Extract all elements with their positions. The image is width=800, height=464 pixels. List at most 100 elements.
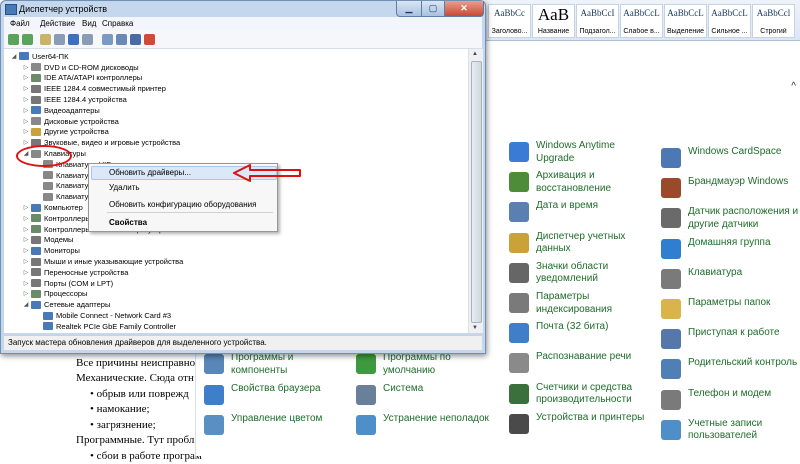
close-button[interactable]: ✕	[444, 1, 484, 17]
tree-node[interactable]: ▷Дисковые устройства	[22, 116, 119, 127]
style-tile[interactable]: AaBbCclСтрогий	[752, 4, 795, 38]
collapsed-arrow-icon[interactable]: ▷	[22, 280, 30, 287]
collapsed-arrow-icon[interactable]: ▷	[22, 107, 30, 114]
control-panel-item[interactable]: Счетчики и средства производительности	[509, 382, 651, 414]
menu-file[interactable]: Файл	[10, 19, 30, 28]
style-sample: AaB	[533, 5, 574, 25]
collapsed-arrow-icon[interactable]: ▷	[22, 204, 30, 211]
back-icon[interactable]	[8, 34, 19, 45]
tree-node[interactable]: ▷Модемы	[22, 235, 73, 246]
device-icon	[31, 96, 41, 104]
control-panel-item[interactable]: Windows CardSpace	[661, 146, 800, 178]
tree-node[interactable]: ▷Процессоры	[22, 289, 87, 300]
tree-node[interactable]: Mobile Connect - Network Card #3	[34, 310, 171, 321]
control-panel-item[interactable]: Дата и время	[509, 200, 651, 232]
tree-node[interactable]: ▷Видеоадаптеры	[22, 105, 100, 116]
style-tile[interactable]: AaBbCcIПодзагол...	[576, 4, 619, 38]
uninstall-device-icon[interactable]	[144, 34, 155, 45]
control-panel-item[interactable]: Программы по умолчанию	[356, 352, 498, 384]
tree-node[interactable]: ▷Контроллеры	[22, 213, 91, 224]
properties-icon[interactable]	[82, 34, 93, 45]
control-panel-item[interactable]: Приступая к работе	[661, 327, 800, 359]
menu-action[interactable]: Действие	[40, 19, 75, 28]
control-panel-item[interactable]: Параметры индексирования	[509, 291, 651, 323]
help-icon[interactable]	[68, 34, 79, 45]
collapsed-arrow-icon[interactable]: ▷	[22, 258, 30, 265]
control-panel-item[interactable]: Управление цветом	[204, 413, 346, 445]
tree-node[interactable]: ▷Компьютер	[22, 202, 83, 213]
control-panel-item[interactable]: Устройства и принтеры	[509, 412, 651, 444]
style-tile[interactable]: AaBbCcLСлабое в...	[620, 4, 663, 38]
style-tile[interactable]: AaBbCcLСильное ...	[708, 4, 751, 38]
tree-node[interactable]: ▷IEEE 1284.4 устройства	[22, 94, 127, 105]
style-tile[interactable]: AaBbCcЗаголово...	[488, 4, 531, 38]
control-panel-item[interactable]: Значки области уведомлений	[509, 261, 651, 293]
chevron-up-icon[interactable]: ^	[791, 81, 796, 92]
forward-icon[interactable]	[22, 34, 33, 45]
update-driver-icon[interactable]	[116, 34, 127, 45]
scroll-up-icon[interactable]: ▲	[472, 51, 478, 57]
control-panel-item[interactable]: Windows Anytime Upgrade	[509, 140, 651, 172]
tree-node[interactable]: ▷Другие устройства	[22, 127, 109, 138]
control-panel-item[interactable]: Программы и компоненты	[204, 352, 346, 384]
menu-help[interactable]: Справка	[102, 19, 133, 28]
expanded-arrow-icon[interactable]: ◢	[10, 53, 18, 60]
control-panel-item[interactable]: Клавиатура	[661, 267, 800, 299]
style-tile[interactable]: AaBbCcLВыделение	[664, 4, 707, 38]
tree-view-icon[interactable]	[40, 34, 51, 45]
menu-uninstall[interactable]: Удалить	[109, 183, 140, 192]
toolbar	[4, 31, 482, 49]
control-panel-item[interactable]: Почта (32 бита)	[509, 321, 651, 353]
collapsed-arrow-icon[interactable]: ▷	[22, 74, 30, 81]
list-view-icon[interactable]	[54, 34, 65, 45]
vertical-scrollbar[interactable]: ▲ ▼	[468, 49, 483, 333]
menu-update-drivers[interactable]: Обновить драйверы...	[109, 168, 191, 177]
control-panel-item[interactable]: Свойства браузера	[204, 383, 346, 415]
control-panel-item[interactable]: Параметры папок	[661, 297, 800, 329]
style-tile[interactable]: AaBНазвание	[532, 4, 575, 38]
collapsed-arrow-icon[interactable]: ▷	[22, 269, 30, 276]
collapsed-arrow-icon[interactable]: ▷	[22, 96, 30, 103]
expanded-arrow-icon[interactable]: ◢	[22, 301, 30, 308]
scroll-down-icon[interactable]: ▼	[472, 325, 478, 331]
control-panel-item[interactable]: Распознавание речи	[509, 351, 651, 383]
collapsed-arrow-icon[interactable]: ▷	[22, 85, 30, 92]
collapsed-arrow-icon[interactable]: ▷	[22, 236, 30, 243]
collapsed-arrow-icon[interactable]: ▷	[22, 128, 30, 135]
tree-node[interactable]: ◢Сетевые адаптеры	[22, 299, 110, 310]
collapsed-arrow-icon[interactable]: ▷	[22, 290, 30, 297]
tree-node[interactable]: ▷Мониторы	[22, 245, 80, 256]
tree-node[interactable]: ▷Переносные устройства	[22, 267, 128, 278]
control-panel-item[interactable]: Учетные записи пользователей	[661, 418, 800, 450]
tree-node[interactable]: Realtek PCIe GbE Family Controller	[34, 321, 176, 332]
control-panel-item[interactable]: Брандмауэр Windows	[661, 176, 800, 208]
collapsed-arrow-icon[interactable]: ▷	[22, 247, 30, 254]
minimize-button[interactable]: ▁	[396, 1, 422, 17]
tree-node[interactable]: ◢User64-ПК	[10, 51, 68, 62]
control-panel-item[interactable]: Диспетчер учетных данных	[509, 231, 651, 263]
collapsed-arrow-icon[interactable]: ▷	[22, 118, 30, 125]
tree-node[interactable]: ▷IDE ATA/ATAPI контроллеры	[22, 73, 142, 84]
collapsed-arrow-icon[interactable]: ▷	[22, 215, 30, 222]
menu-properties[interactable]: Свойства	[109, 218, 147, 227]
control-panel-item[interactable]: Родительский контроль	[661, 357, 800, 389]
collapsed-arrow-icon[interactable]: ▷	[22, 226, 30, 233]
disable-device-icon[interactable]	[130, 34, 141, 45]
scan-hardware-icon[interactable]	[102, 34, 113, 45]
menu-view[interactable]: Вид	[82, 19, 96, 28]
tree-node[interactable]: ▷IEEE 1284.4 совместимый принтер	[22, 83, 166, 94]
tree-node[interactable]: ▷Порты (COM и LPT)	[22, 278, 113, 289]
control-panel-item[interactable]: Домашняя группа	[661, 237, 800, 269]
tree-node[interactable]: ▷Мыши и иные указывающие устройства	[22, 256, 183, 267]
scroll-thumb[interactable]	[471, 61, 482, 323]
control-panel-item[interactable]: Система	[356, 383, 498, 415]
control-panel-item[interactable]: Телефон и модем	[661, 388, 800, 420]
maximize-button[interactable]: ▢	[421, 1, 445, 17]
collapsed-arrow-icon[interactable]: ▷	[22, 64, 30, 71]
control-panel-item[interactable]: Устранение неполадок	[356, 413, 498, 445]
control-panel-item[interactable]: Архивация и восстановление	[509, 170, 651, 202]
collapsed-arrow-icon[interactable]: ▷	[22, 139, 30, 146]
control-panel-item[interactable]: Датчик расположения и другие датчики	[661, 206, 800, 238]
tree-node[interactable]: ▷DVD и CD-ROM дисководы	[22, 62, 139, 73]
menu-scan-hardware[interactable]: Обновить конфигурацию оборудования	[109, 200, 256, 209]
